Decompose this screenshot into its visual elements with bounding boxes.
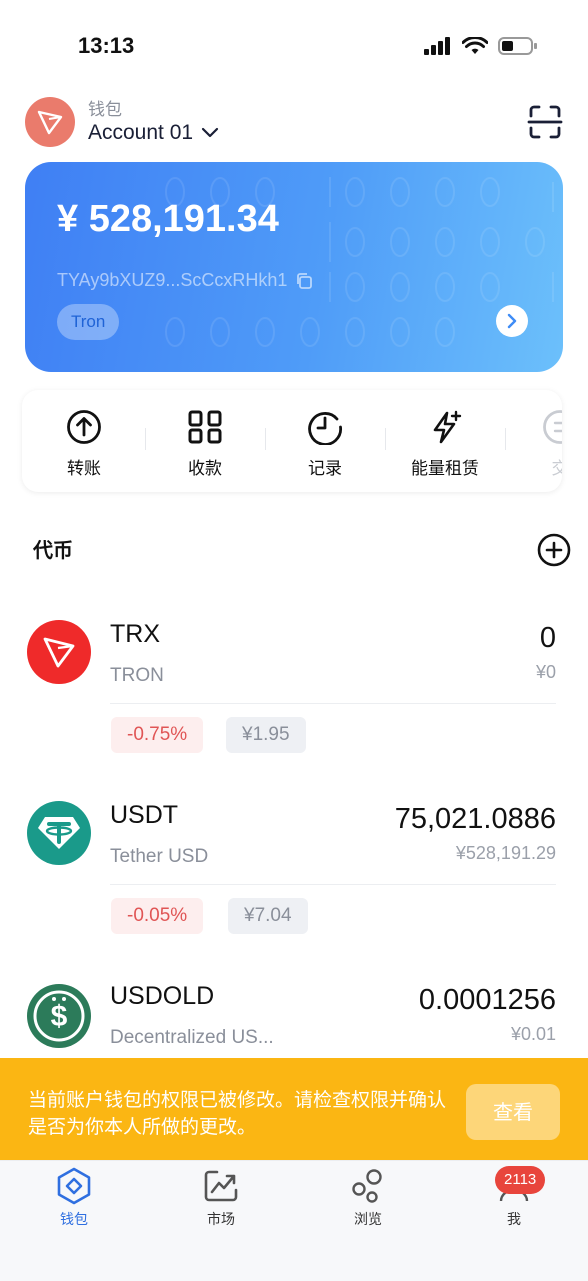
token-fiat-value: ¥0.01 xyxy=(510,1024,556,1044)
view-button[interactable]: 查看 xyxy=(466,1084,560,1140)
tron-logo-icon xyxy=(37,110,63,135)
action-receive[interactable]: 收款 xyxy=(145,390,265,492)
action-records[interactable]: 记录 xyxy=(265,390,385,492)
action-exchange[interactable]: 交 xyxy=(500,390,562,492)
tab-wallet[interactable]: 钱包 xyxy=(24,1166,124,1229)
tokens-title: 代币 xyxy=(33,538,73,562)
tab-market[interactable]: 市场 xyxy=(171,1166,271,1229)
battery-icon xyxy=(498,37,537,55)
quick-actions: 转账 收款 记录 能量租赁 交 xyxy=(22,390,562,492)
action-label: 转账 xyxy=(67,459,101,479)
signal-icon xyxy=(424,37,450,55)
token-amount: 0 xyxy=(539,622,556,654)
token-symbol: TRX xyxy=(110,620,160,648)
token-symbol: USDT xyxy=(110,801,179,829)
token-symbol: USDOLD xyxy=(110,982,215,1010)
address-text: TYAy9bXUZ9...ScCcxRHkh1 xyxy=(57,270,288,290)
market-icon xyxy=(201,1166,241,1206)
scan-button[interactable] xyxy=(527,104,563,140)
status-icons xyxy=(424,36,538,56)
wallet-label: 钱包 xyxy=(88,100,122,120)
token-fiat-value: ¥528,191.29 xyxy=(455,843,556,863)
qr-icon xyxy=(186,408,224,446)
chevron-right-icon xyxy=(507,313,517,329)
svg-text:$: $ xyxy=(51,1000,68,1033)
action-label: 能量租赁 xyxy=(411,459,479,479)
exchange-icon xyxy=(541,408,562,446)
account-name: Account 01 xyxy=(88,121,194,144)
chevron-down-icon xyxy=(201,127,219,138)
price-badge: ¥7.04 xyxy=(228,898,308,934)
banner-message: 当前账户钱包的权限已被修改。请检查权限并确认是否为你本人所做的更改。 xyxy=(28,1089,447,1138)
add-token-button[interactable] xyxy=(537,533,571,567)
action-label: 收款 xyxy=(188,459,222,479)
token-row-usdt[interactable]: USDT Tether USD 75,021.0886 ¥528,191.29 … xyxy=(0,781,588,951)
scan-icon xyxy=(527,105,563,139)
plus-circle-icon xyxy=(537,533,571,567)
token-fiat-value: ¥0 xyxy=(535,662,556,682)
token-name: TRON xyxy=(110,665,164,686)
row-divider xyxy=(110,703,556,704)
usdold-logo-icon: $ xyxy=(27,984,91,1048)
wifi-icon xyxy=(462,36,488,54)
token-row-trx[interactable]: TRX TRON 0 ¥0 -0.75% ¥1.95 xyxy=(0,600,588,770)
token-row-usdold[interactable]: $ USDOLD Decentralized US... 0.0001256 ¥… xyxy=(0,962,588,1058)
clock-icon xyxy=(306,408,344,446)
price-badge: ¥1.95 xyxy=(226,717,306,753)
action-energy-rental[interactable]: 能量租赁 xyxy=(385,390,505,492)
balance-card[interactable]: ¥ 528,191.34 TYAy9bXUZ9...ScCcxRHkh1 Tro… xyxy=(25,162,563,372)
token-name: Decentralized US... xyxy=(110,1027,274,1048)
row-divider xyxy=(110,884,556,885)
total-balance: ¥ 528,191.34 xyxy=(57,198,279,240)
card-pattern xyxy=(165,177,554,347)
chain-tag[interactable]: Tron xyxy=(57,304,120,340)
action-transfer[interactable]: 转账 xyxy=(24,390,144,492)
token-amount: 75,021.0886 xyxy=(394,803,556,835)
account-avatar[interactable] xyxy=(25,97,75,147)
tab-label: 钱包 xyxy=(60,1212,88,1228)
notification-badge: 2113 xyxy=(495,1166,546,1194)
account-selector[interactable]: Account 01 xyxy=(88,121,219,145)
wallet-address[interactable]: TYAy9bXUZ9...ScCcxRHkh1 xyxy=(57,270,313,291)
status-time: 13:13 xyxy=(78,33,135,58)
wallet-icon xyxy=(54,1166,94,1206)
action-label: 记录 xyxy=(308,459,342,479)
tab-browse[interactable]: 浏览 xyxy=(318,1166,418,1229)
token-name: Tether USD xyxy=(110,846,209,867)
transfer-icon xyxy=(65,408,103,446)
tab-label: 我 xyxy=(507,1212,521,1228)
price-change-badge: -0.75% xyxy=(111,717,204,753)
usdt-logo-icon xyxy=(27,801,91,865)
tab-label: 浏览 xyxy=(354,1212,382,1228)
card-detail-button[interactable] xyxy=(496,305,528,337)
action-label: 交 xyxy=(551,459,563,479)
price-change-badge: -0.05% xyxy=(111,898,204,934)
token-amount: 0.0001256 xyxy=(418,984,556,1016)
trx-logo-icon xyxy=(27,620,91,684)
tab-label: 市场 xyxy=(207,1212,235,1228)
browse-icon xyxy=(348,1166,388,1206)
energy-icon xyxy=(426,408,464,446)
copy-icon[interactable] xyxy=(295,272,313,290)
